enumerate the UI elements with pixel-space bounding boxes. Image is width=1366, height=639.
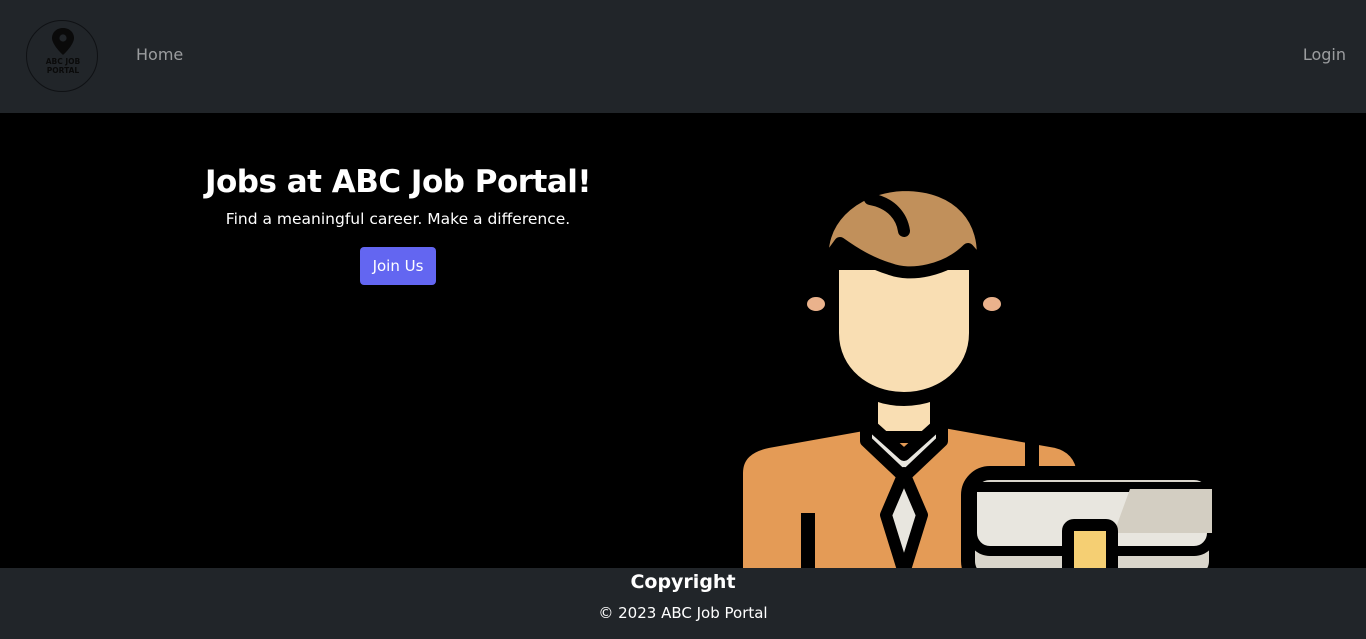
footer: Copyright © 2023 ABC Job Portal [0, 568, 1366, 639]
hero-subtitle: Find a meaningful career. Make a differe… [225, 210, 571, 228]
footer-copyright: © 2023 ABC Job Portal [598, 604, 768, 622]
hero-title: Jobs at ABC Job Portal! [204, 164, 592, 200]
nav-login-link[interactable]: Login [1303, 45, 1346, 65]
join-us-button[interactable]: Join Us [360, 247, 436, 285]
navbar: ABC JOB PORTAL Home Login [0, 0, 1366, 113]
logo-text-line2: PORTAL [46, 66, 80, 75]
nav-home-link[interactable]: Home [136, 45, 183, 65]
hero-section: Jobs at ABC Job Portal! Find a meaningfu… [0, 113, 1366, 568]
businessman-illustration [729, 179, 1220, 568]
brand-logo[interactable]: ABC JOB PORTAL [26, 20, 98, 92]
footer-title: Copyright [630, 571, 736, 593]
logo-text-line1: ABC JOB [45, 57, 81, 66]
